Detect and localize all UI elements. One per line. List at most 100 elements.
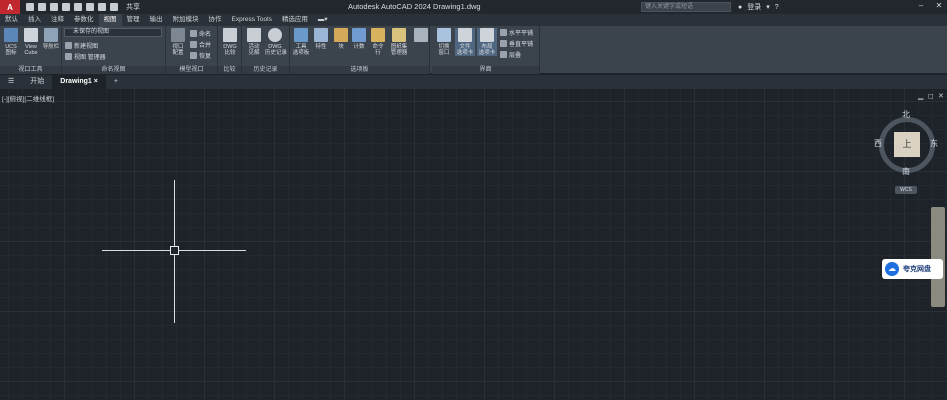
new-tab-button[interactable]: + [106,75,126,89]
viewcube-top-face[interactable]: 上 [894,132,920,157]
ucs-icon-button[interactable]: UCS 图标 [1,28,21,56]
properties-button[interactable]: 特性 [311,28,331,50]
help-icon[interactable]: ? [775,4,779,11]
command-line-button[interactable]: 命令 行 [368,28,388,56]
markup-icon [414,28,428,42]
viewcube-button[interactable]: View Cube [21,28,41,56]
panel-title: 选项板 [290,66,429,74]
tab-manage[interactable]: 管理 [122,14,145,26]
block-button[interactable]: 块 [331,28,351,50]
ucs-menu-button[interactable]: WCS [895,186,917,194]
user-icon[interactable]: ● [738,4,742,11]
save-as-icon[interactable] [62,3,70,11]
panel-interface: 切换 窗口 文件 选项卡 布局 选项卡 水平平铺 垂直平铺 层叠 界面 [432,26,540,74]
redo-icon[interactable] [110,3,118,11]
navbar-button[interactable]: 导航栏 [41,28,61,50]
tile-horizontal-button[interactable]: 水平平铺 [500,28,533,37]
tab-drawing1[interactable]: Drawing1 × [52,75,106,89]
restore-icon [190,52,197,59]
tile-vertical-icon [500,40,507,47]
tab-start[interactable]: 开始 [22,75,52,89]
drawing-canvas[interactable]: [-][俯视][二维线框] ▁ ◻ ✕ 上 北 南 东 西 WCS [0,89,947,400]
compass-north[interactable]: 北 [902,109,910,120]
panel-viewport-tools: UCS 图标 View Cube 导航栏 视口工具 [0,26,62,74]
join-viewport-button[interactable]: 合并 [190,40,211,49]
view-manager-button[interactable]: 视图 管理器 [65,52,106,61]
panel-named-views: 未保存的视图 新建视图 视图 管理器 命名视图 [62,26,166,74]
cloud-drive-badge[interactable]: ☁ 夸克网盘 [882,259,943,279]
cloud-icon: ☁ [885,262,899,276]
compass-east[interactable]: 东 [930,138,938,149]
sheet-set-icon [392,28,406,42]
panel-title: 界面 [432,66,539,74]
layout-tabs-button[interactable]: 布局 选项卡 [477,28,497,56]
close-tab-icon[interactable]: × [94,78,98,85]
view-manager-icon [65,53,72,60]
tile-vertical-button[interactable]: 垂直平铺 [500,39,533,48]
share-button[interactable]: 共享 [126,2,140,12]
restore-viewport-button[interactable]: 恢复 [190,51,211,60]
dwg-history-button[interactable]: DWG 历史记录 [265,28,287,56]
application-menu-button[interactable]: A [0,0,20,14]
cloud-drive-label: 夸克网盘 [903,266,931,273]
window-title: Autodesk AutoCAD 2024 Drawing1.dwg [348,2,481,11]
more-palettes-button[interactable] [411,28,431,44]
panel-title: 模型视口 [166,66,217,74]
panel-model-viewports: 视口 配置 命名 合并 恢复 模型视口 [166,26,218,74]
tab-insert[interactable]: 插入 [23,14,46,26]
viewport-config-button[interactable]: 视口 配置 [168,28,188,56]
navigation-bar[interactable] [931,207,945,307]
count-button[interactable]: 计数 [349,28,369,50]
file-tabs-button[interactable]: 文件 选项卡 [455,28,475,56]
dwg-compare-icon [223,28,237,42]
named-viewport-button[interactable]: 命名 [190,29,211,38]
switch-windows-button[interactable]: 切换 窗口 [434,28,454,56]
panel-title: 比较 [218,66,241,74]
cart-icon[interactable]: ▾ [766,3,770,11]
tab-express-tools[interactable]: Express Tools [227,14,277,26]
activity-insights-icon [247,28,261,42]
dwg-compare-button[interactable]: DWG 比较 [220,28,240,56]
compass-south[interactable]: 南 [902,166,910,177]
search-input[interactable]: 键入关键字或短语 [641,2,731,12]
panel-history: 活动 见解 DWG 历史记录 历史记录 [242,26,290,74]
tab-parametric[interactable]: 参数化 [69,14,99,26]
web-mobile-icon[interactable] [74,3,82,11]
ucs-icon [4,28,18,42]
new-view-button[interactable]: 新建视图 [65,41,98,50]
cascade-icon [500,51,507,58]
tab-collaborate[interactable]: 协作 [204,14,227,26]
ribbon-toggle-icon[interactable]: ▬▾ [313,14,333,26]
tab-addins[interactable]: 附加模块 [168,14,204,26]
save-icon[interactable] [50,3,58,11]
panel-title: 视口工具 [0,66,61,74]
open-folder-icon[interactable] [38,3,46,11]
tab-annotate[interactable]: 注释 [46,14,69,26]
named-view-dropdown[interactable]: 未保存的视图 [64,28,162,37]
cascade-button[interactable]: 层叠 [500,50,521,59]
minimize-button[interactable]: – [913,1,929,13]
print-icon[interactable] [86,3,94,11]
viewport-minimize-icon[interactable]: ▁ [918,92,923,100]
viewport-restore-icon[interactable]: ◻ [928,92,934,100]
compass-west[interactable]: 西 [874,138,882,149]
close-button[interactable]: ✕ [931,1,947,13]
file-tabs-menu-icon[interactable]: ☰ [0,75,22,89]
tab-default[interactable]: 默认 [0,14,23,26]
tab-featured-apps[interactable]: 精选应用 [277,14,313,26]
tab-view[interactable]: 视图 [98,14,122,26]
new-file-icon[interactable] [26,3,34,11]
viewport-close-icon[interactable]: ✕ [938,92,944,100]
activity-insights-button[interactable]: 活动 见解 [244,28,264,56]
tool-palettes-button[interactable]: 工具 选项板 [291,28,311,56]
navigation-bar-icon [44,28,58,42]
autocad-window: A 共享 Autodesk AutoCAD 2024 Drawing1.dwg … [0,0,947,400]
title-bar: A 共享 Autodesk AutoCAD 2024 Drawing1.dwg … [0,0,947,14]
viewport-controls-label[interactable]: [-][俯视][二维线框] [2,93,54,103]
tab-output[interactable]: 输出 [145,14,168,26]
sign-in-link[interactable]: 登录 [747,2,761,12]
undo-icon[interactable] [98,3,106,11]
viewport-config-icon [171,28,185,42]
sheet-set-manager-button[interactable]: 图纸集 管理器 [387,28,411,56]
panel-title: 历史记录 [242,66,289,74]
